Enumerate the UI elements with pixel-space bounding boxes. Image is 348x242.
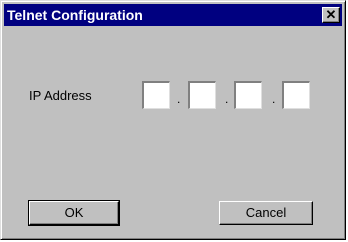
ip-octet-1-input[interactable] bbox=[142, 81, 170, 109]
ok-button[interactable]: OK bbox=[28, 200, 120, 226]
title-bar: Telnet Configuration ✕ bbox=[4, 4, 342, 26]
ip-octet-2-input[interactable] bbox=[188, 81, 216, 109]
ip-separator-2: . bbox=[225, 92, 229, 106]
close-icon: ✕ bbox=[325, 7, 337, 22]
window-title: Telnet Configuration bbox=[7, 7, 143, 23]
close-button[interactable]: ✕ bbox=[322, 7, 340, 23]
ip-separator-3: . bbox=[272, 92, 276, 106]
ip-separator-1: . bbox=[177, 92, 181, 106]
ip-octet-3-input[interactable] bbox=[234, 81, 262, 109]
cancel-button[interactable]: Cancel bbox=[219, 201, 313, 225]
ip-address-label: IP Address bbox=[29, 88, 92, 103]
ip-octet-4-input[interactable] bbox=[282, 81, 310, 109]
telnet-config-dialog: Telnet Configuration ✕ IP Address . . . … bbox=[0, 0, 346, 240]
